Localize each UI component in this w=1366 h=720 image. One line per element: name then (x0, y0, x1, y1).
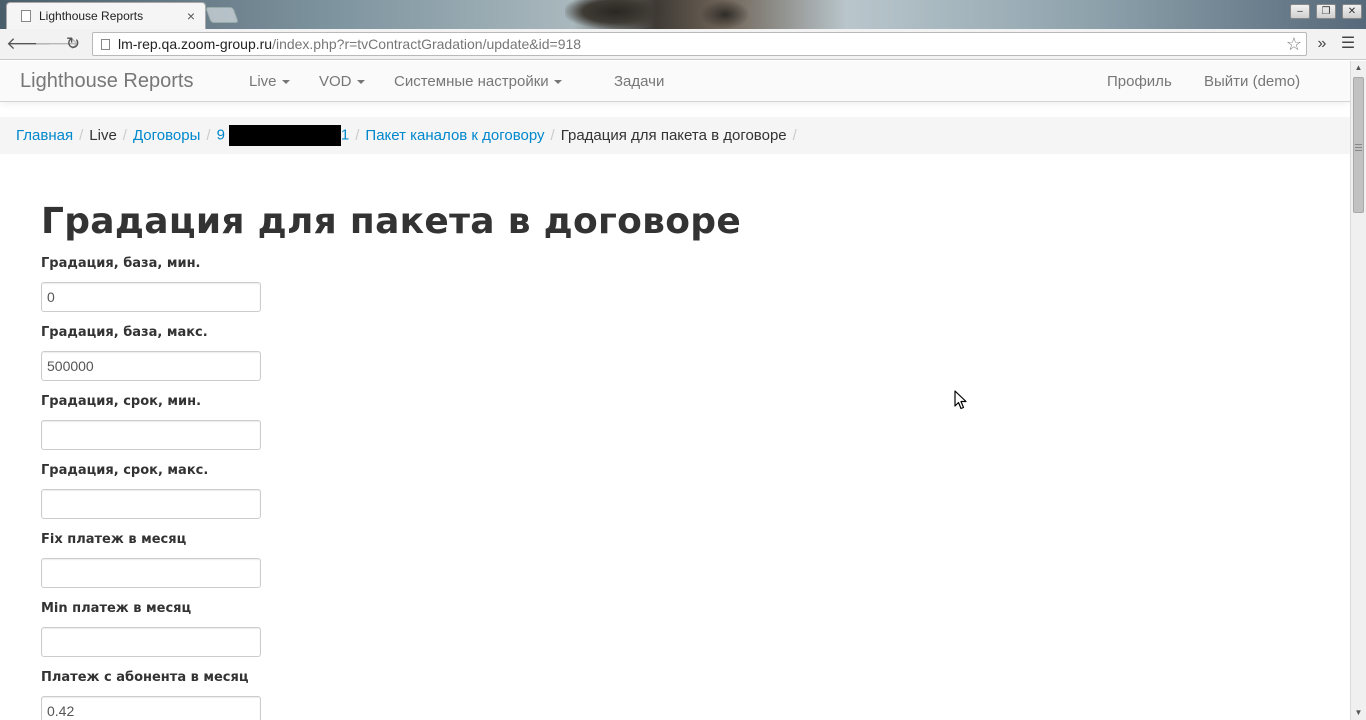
field-label-fix-payment: Fix платеж в месяц (41, 532, 187, 547)
url-host: lm-rep.qa.zoom-group.ru (118, 36, 273, 52)
breadcrumb-divider: / (550, 127, 555, 144)
redacted-block (228, 125, 341, 146)
minimize-window-icon[interactable]: – (1290, 4, 1310, 19)
browser-toolbar: 🡐 🡒 ↻ lm-rep.qa.zoom-group.ru/index.php?… (0, 29, 1366, 60)
nav-live-dropdown[interactable]: Live (249, 73, 290, 90)
nav-tasks-link[interactable]: Задачи (614, 73, 664, 90)
top-navbar: Lighthouse Reports Live VOD Системные на… (0, 61, 1350, 102)
caret-down-icon (553, 80, 562, 85)
field-label-min-payment: Min платеж в месяц (41, 601, 192, 616)
brand-link[interactable]: Lighthouse Reports (20, 70, 193, 93)
breadcrumb-contract-link[interactable]: 91 (216, 125, 350, 146)
subscriber-payment-input[interactable] (41, 696, 261, 720)
new-tab-button[interactable] (205, 7, 239, 23)
term-min-input[interactable] (41, 420, 261, 450)
base-max-input[interactable] (41, 351, 261, 381)
breadcrumb-home-link[interactable]: Главная (16, 127, 73, 144)
reload-icon[interactable]: ↻ (62, 33, 84, 55)
nav-live-label: Live (249, 73, 277, 90)
field-label-term-min: Градация, срок, мин. (41, 394, 202, 409)
page-scrollbar[interactable]: ▲ ▼ (1350, 61, 1366, 720)
back-icon[interactable]: 🡐 (6, 33, 52, 55)
extensions-icon[interactable]: » (1311, 33, 1333, 55)
scroll-up-icon[interactable]: ▲ (1351, 61, 1366, 75)
theme-background-image (565, 0, 665, 29)
url-text[interactable]: lm-rep.qa.zoom-group.ru/index.php?r=tvCo… (118, 36, 1282, 52)
nav-vod-dropdown[interactable]: VOD (319, 73, 365, 90)
breadcrumb-divider: / (122, 127, 127, 144)
page-icon (21, 10, 31, 22)
nav-logout-link[interactable]: Выйти (demo) (1204, 73, 1300, 90)
breadcrumb-live: Live (89, 127, 117, 144)
nav-vod-label: VOD (319, 73, 352, 90)
url-path: /index.php?r=tvContractGradation/update&… (272, 36, 582, 52)
scroll-down-icon[interactable]: ▼ (1351, 706, 1366, 720)
breadcrumb-divider: / (355, 127, 360, 144)
page-icon (101, 38, 110, 50)
menu-icon[interactable]: ☰ (1337, 33, 1359, 55)
field-label-subscriber-payment: Платеж с абонента в месяц (41, 670, 249, 685)
nav-system-settings-label: Системные настройки (394, 73, 549, 90)
field-label-term-max: Градация, срок, макс. (41, 463, 209, 478)
caret-down-icon (356, 80, 365, 85)
scrollbar-thumb[interactable] (1353, 77, 1364, 213)
tab-title: Lighthouse Reports (39, 9, 144, 23)
page-title: Градация для пакета в договоре (41, 201, 742, 242)
address-bar[interactable]: lm-rep.qa.zoom-group.ru/index.php?r=tvCo… (92, 32, 1307, 56)
nav-profile-link[interactable]: Профиль (1107, 73, 1172, 90)
min-payment-input[interactable] (41, 627, 261, 657)
breadcrumb-current: Градация для пакета в договоре (560, 127, 787, 144)
base-min-input[interactable] (41, 282, 261, 312)
term-max-input[interactable] (41, 489, 261, 519)
caret-down-icon (281, 80, 290, 85)
contract-number-prefix: 9 (216, 126, 225, 144)
field-label-base-min: Градация, база, мин. (41, 256, 201, 271)
breadcrumb: Главная / Live / Договоры / 91 / Пакет к… (0, 117, 1350, 154)
breadcrumb-divider: / (792, 127, 797, 144)
forward-icon[interactable]: 🡒 (34, 33, 80, 55)
browser-tabstrip: Lighthouse Reports × – ❐ ✕ (0, 0, 1366, 29)
breadcrumb-divider: / (79, 127, 84, 144)
scrollbar-grip-icon (1355, 144, 1362, 145)
tab-close-icon[interactable]: × (185, 8, 197, 24)
breadcrumb-contracts-link[interactable]: Договоры (133, 127, 200, 144)
browser-tab[interactable]: Lighthouse Reports × (6, 2, 206, 29)
page-viewport: Lighthouse Reports Live VOD Системные на… (0, 61, 1350, 720)
restore-window-icon[interactable]: ❐ (1316, 4, 1336, 19)
breadcrumb-package-link[interactable]: Пакет каналов к договору (365, 127, 544, 144)
nav-system-settings-dropdown[interactable]: Системные настройки (394, 73, 562, 90)
close-window-icon[interactable]: ✕ (1342, 4, 1362, 19)
field-label-base-max: Градация, база, макс. (41, 325, 208, 340)
theme-background-image-2 (700, 0, 750, 29)
fix-payment-input[interactable] (41, 558, 261, 588)
breadcrumb-divider: / (206, 127, 211, 144)
star-icon[interactable]: ☆ (1282, 34, 1306, 55)
contract-number-suffix: 1 (340, 126, 350, 144)
